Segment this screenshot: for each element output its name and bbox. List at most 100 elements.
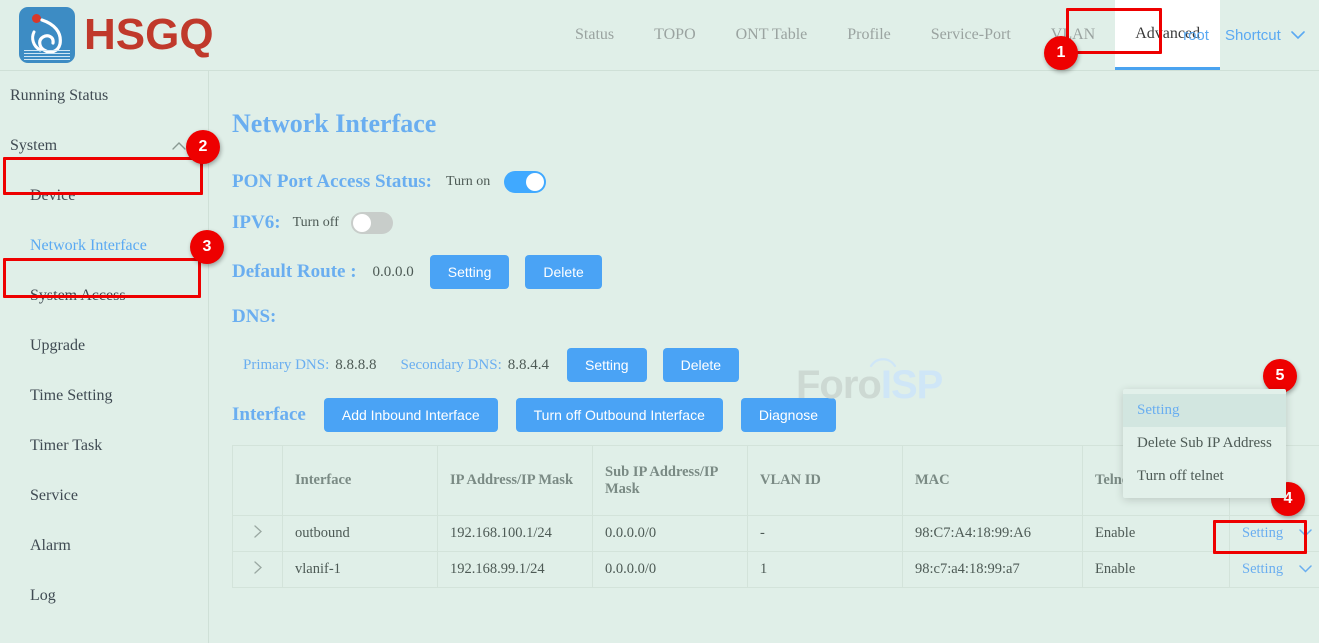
cell-ip: 192.168.99.1/24 — [438, 552, 593, 588]
dns-delete-button[interactable]: Delete — [663, 348, 739, 382]
add-inbound-interface-button[interactable]: Add Inbound Interface — [324, 398, 498, 432]
shortcut-label: Shortcut — [1225, 27, 1281, 44]
row-setting-dropdown[interactable]: Setting — [1242, 561, 1312, 577]
sidebar-item-label: Timer Task — [30, 437, 102, 455]
dns-row: Primary DNS: 8.8.8.8 Secondary DNS: 8.8.… — [243, 348, 739, 382]
table-row[interactable]: outbound 192.168.100.1/24 0.0.0.0/0 - 98… — [233, 516, 1319, 552]
cell-action[interactable]: Setting — [1230, 516, 1319, 552]
sidebar-item-label: Running Status — [10, 87, 108, 105]
sidebar-item-label: Log — [30, 587, 56, 605]
cell-interface: vlanif-1 — [283, 552, 438, 588]
sidebar-item-service[interactable]: Service — [0, 471, 208, 521]
chevron-down-icon — [1299, 529, 1312, 537]
nav-item-ont-table[interactable]: ONT Table — [716, 0, 828, 70]
user-menu-root[interactable]: root — [1183, 27, 1209, 44]
sidebar-item-system[interactable]: System — [0, 121, 208, 171]
sidebar-item-label: System — [10, 137, 57, 155]
table-body: outbound 192.168.100.1/24 0.0.0.0/0 - 98… — [233, 516, 1319, 588]
sidebar-item-upgrade[interactable]: Upgrade — [0, 321, 208, 371]
table-row[interactable]: vlanif-1 192.168.99.1/24 0.0.0.0/0 1 98:… — [233, 552, 1319, 588]
sidebar-item-running-status[interactable]: Running Status — [0, 71, 208, 121]
col-interface: Interface — [283, 446, 438, 516]
row-expand-toggle[interactable] — [233, 552, 283, 588]
secondary-dns-label: Secondary DNS: — [401, 357, 502, 374]
sidebar-item-network-interface[interactable]: Network Interface — [0, 221, 208, 271]
cell-vlan-id: 1 — [748, 552, 903, 588]
cell-action[interactable]: Setting — [1230, 552, 1319, 588]
setting-dropdown-menu: Setting Delete Sub IP Address Turn off t… — [1123, 389, 1286, 498]
turn-off-outbound-interface-button[interactable]: Turn off Outbound Interface — [516, 398, 723, 432]
cell-sub-ip: 0.0.0.0/0 — [593, 552, 748, 588]
row-setting-dropdown[interactable]: Setting — [1242, 525, 1312, 541]
ipv6-row: IPV6: Turn off — [232, 212, 393, 234]
ipv6-label: IPV6: — [232, 212, 281, 234]
cell-interface: outbound — [283, 516, 438, 552]
brand-name: HSGQ — [84, 13, 214, 57]
default-route-label: Default Route : — [232, 261, 357, 283]
default-route-setting-button[interactable]: Setting — [430, 255, 510, 289]
nav-item-service-port[interactable]: Service-Port — [911, 0, 1031, 70]
dns-label: DNS: — [232, 306, 276, 327]
sidebar-item-system-access[interactable]: System Access — [0, 271, 208, 321]
primary-dns-value: 8.8.8.8 — [335, 357, 376, 374]
nav-item-profile[interactable]: Profile — [827, 0, 911, 70]
pon-label: PON Port Access Status: — [232, 171, 432, 193]
wifi-arc-icon — [867, 354, 899, 370]
cell-telnet: Enable — [1083, 552, 1230, 588]
row-expand-toggle[interactable] — [233, 516, 283, 552]
chevron-right-icon — [254, 525, 262, 538]
pon-state-text: Turn on — [446, 174, 490, 190]
col-vlan-id: VLAN ID — [748, 446, 903, 516]
sidebar-item-label: System Access — [30, 287, 126, 305]
col-mac: MAC — [903, 446, 1083, 516]
col-sub-ip: Sub IP Address/IP Mask — [593, 446, 748, 516]
chevron-right-icon — [254, 561, 262, 574]
logo-swoosh-icon — [28, 18, 68, 54]
ipv6-toggle[interactable] — [351, 212, 393, 234]
diagnose-button[interactable]: Diagnose — [741, 398, 836, 432]
sidebar-item-log[interactable]: Log — [0, 571, 208, 621]
dns-setting-button[interactable]: Setting — [567, 348, 647, 382]
row-setting-label: Setting — [1242, 525, 1283, 541]
sidebar-item-label: Time Setting — [30, 387, 113, 405]
top-navigation: Status TOPO ONT Table Profile Service-Po… — [555, 0, 1220, 70]
brand-logo[interactable]: HSGQ — [20, 8, 214, 62]
col-ip: IP Address/IP Mask — [438, 446, 593, 516]
watermark-part2: ISP — [881, 363, 942, 407]
nav-item-status[interactable]: Status — [555, 0, 634, 70]
default-route-delete-button[interactable]: Delete — [525, 255, 601, 289]
sidebar-item-device[interactable]: Device — [0, 171, 208, 221]
sidebar: Running Status System Device Network Int… — [0, 71, 209, 643]
ipv6-state-text: Turn off — [293, 215, 339, 231]
interface-actions-row: Interface Add Inbound Interface Turn off… — [232, 398, 836, 432]
sidebar-item-label: Service — [30, 487, 78, 505]
cell-sub-ip: 0.0.0.0/0 — [593, 516, 748, 552]
cell-mac: 98:C7:A4:18:99:A6 — [903, 516, 1083, 552]
chevron-down-icon — [1291, 31, 1305, 40]
secondary-dns-value: 8.8.4.4 — [508, 357, 549, 374]
app-root: HSGQ Status TOPO ONT Table Profile Servi… — [0, 0, 1319, 643]
sidebar-item-time-setting[interactable]: Time Setting — [0, 371, 208, 421]
nav-item-vlan[interactable]: VLAN — [1031, 0, 1115, 70]
row-setting-label: Setting — [1242, 561, 1283, 577]
logo-bars-icon — [24, 50, 70, 59]
sidebar-item-alarm[interactable]: Alarm — [0, 521, 208, 571]
sidebar-item-label: Device — [30, 187, 75, 205]
sidebar-item-label: Network Interface — [30, 237, 147, 255]
chevron-up-icon — [172, 142, 186, 150]
interface-label: Interface — [232, 404, 306, 426]
pon-toggle[interactable] — [504, 171, 546, 193]
dropdown-item-setting[interactable]: Setting — [1123, 394, 1286, 427]
sidebar-item-timer-task[interactable]: Timer Task — [0, 421, 208, 471]
dropdown-item-turn-off-telnet[interactable]: Turn off telnet — [1123, 460, 1286, 493]
sidebar-item-label: Alarm — [30, 537, 71, 555]
dropdown-item-delete-sub-ip-address[interactable]: Delete Sub IP Address — [1123, 427, 1286, 460]
cell-mac: 98:c7:a4:18:99:a7 — [903, 552, 1083, 588]
shortcut-menu[interactable]: Shortcut — [1225, 27, 1305, 44]
default-route-row: Default Route : 0.0.0.0 Setting Delete — [232, 255, 602, 289]
hsgq-logo-icon — [20, 8, 74, 62]
main-content: ForoISP Network Interface PON Port Acces… — [210, 71, 1319, 643]
cell-vlan-id: - — [748, 516, 903, 552]
dns-section-label-wrap: DNS: — [232, 306, 276, 328]
nav-item-topo[interactable]: TOPO — [634, 0, 716, 70]
